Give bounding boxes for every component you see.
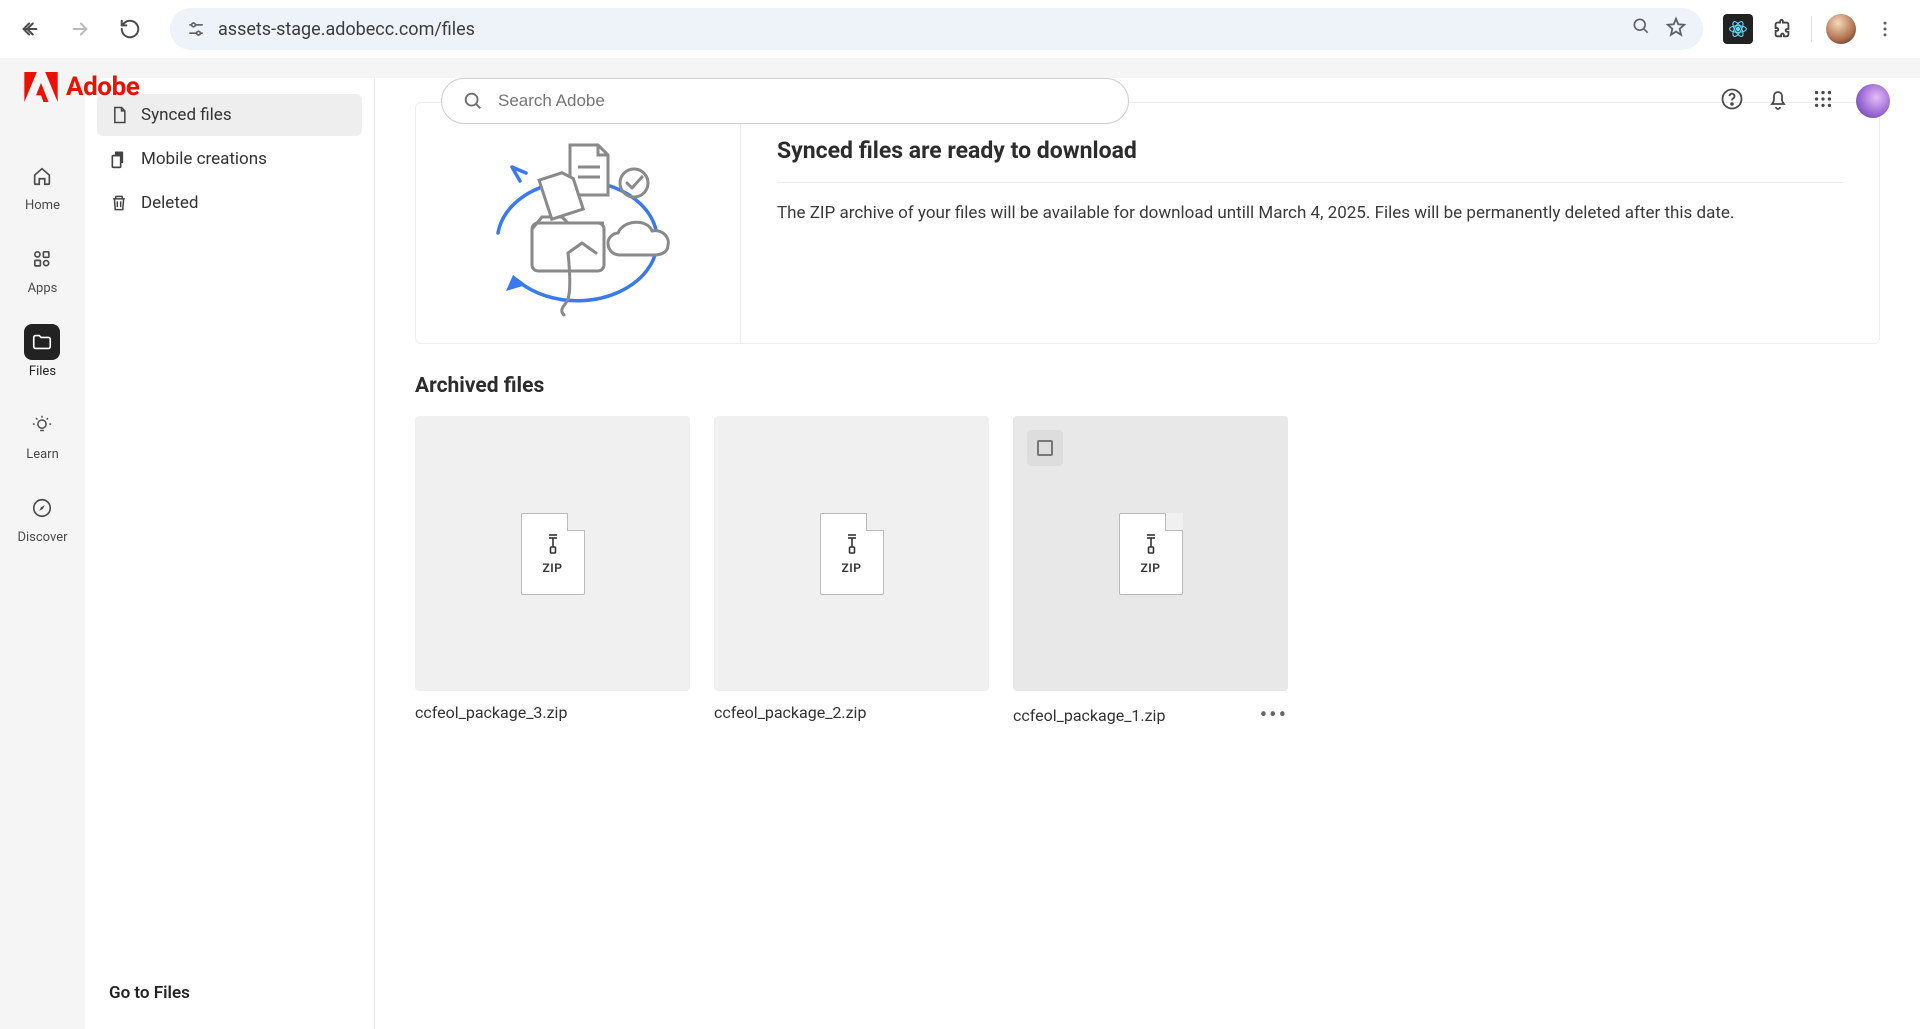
rail-item-apps[interactable]: Apps <box>24 241 60 296</box>
reload-button[interactable] <box>110 9 150 49</box>
chrome-menu-button[interactable] <box>1870 14 1900 44</box>
rail-item-home[interactable]: Home <box>24 158 60 213</box>
folder-icon <box>24 324 60 360</box>
sub-sidebar: Synced files Mobile creations Deleted Go… <box>85 78 375 1029</box>
rail-item-files[interactable]: Files <box>24 324 60 379</box>
app-switcher-grid-icon[interactable] <box>1812 88 1834 114</box>
banner-illustration <box>416 103 741 343</box>
home-icon <box>24 158 60 194</box>
search-icon <box>462 90 484 112</box>
file-card[interactable]: ZIP ccfeol_package_1.zip ••• <box>1013 416 1288 728</box>
file-thumbnail[interactable]: ZIP <box>415 416 690 691</box>
search-input[interactable] <box>498 91 1108 111</box>
zip-file-icon: ZIP <box>820 513 884 595</box>
file-thumbnail[interactable]: ZIP <box>714 416 989 691</box>
file-name: ccfeol_package_2.zip <box>714 703 866 722</box>
zoom-icon[interactable] <box>1631 16 1651 42</box>
select-checkbox[interactable] <box>1027 430 1063 466</box>
sub-item-label: Mobile creations <box>141 149 267 169</box>
adobe-wordmark: Adobe <box>66 72 139 102</box>
sub-item-mobile-creations[interactable]: Mobile creations <box>97 138 362 180</box>
user-avatar[interactable] <box>1856 84 1890 118</box>
chrome-profile-avatar[interactable] <box>1826 14 1856 44</box>
banner-body: The ZIP archive of your files will be av… <box>777 201 1843 227</box>
apps-icon <box>24 241 60 277</box>
omnibox[interactable]: assets-stage.adobecc.com/files <box>170 8 1703 50</box>
site-settings-icon[interactable] <box>186 19 206 39</box>
file-icon <box>109 105 129 125</box>
file-grid: ZIP ccfeol_package_3.zip ZIP <box>415 416 1880 728</box>
go-to-files-link[interactable]: Go to Files <box>97 973 362 1013</box>
file-thumbnail[interactable]: ZIP <box>1013 416 1288 691</box>
rail-item-learn[interactable]: Learn <box>24 407 60 462</box>
search-input-wrapper[interactable] <box>441 78 1129 124</box>
back-button[interactable] <box>10 9 50 49</box>
divider <box>1811 16 1812 42</box>
rail-label: Apps <box>28 281 58 296</box>
mobile-creations-icon <box>109 149 129 169</box>
zip-file-icon: ZIP <box>521 513 585 595</box>
section-title-archived: Archived files <box>415 374 1880 398</box>
compass-icon <box>24 490 60 526</box>
adobe-mark-icon <box>24 72 58 102</box>
bookmark-star-icon[interactable] <box>1665 16 1687 42</box>
adobe-logo[interactable]: Adobe <box>24 72 139 102</box>
main-content: Synced files are ready to download The Z… <box>375 78 1920 1029</box>
main-panel: Synced files Mobile creations Deleted Go… <box>85 78 1920 1029</box>
trash-icon <box>109 193 129 213</box>
url-text: assets-stage.adobecc.com/files <box>218 19 1619 40</box>
sub-item-label: Deleted <box>141 193 198 213</box>
file-name: ccfeol_package_1.zip <box>1013 706 1165 725</box>
more-actions-button[interactable]: ••• <box>1260 703 1288 728</box>
rail-label: Files <box>29 364 56 379</box>
react-devtools-extension-icon[interactable] <box>1723 14 1753 44</box>
sub-item-deleted[interactable]: Deleted <box>97 182 362 224</box>
rail-item-discover[interactable]: Discover <box>17 490 67 545</box>
rail-label: Learn <box>26 447 59 462</box>
notifications-bell-icon[interactable] <box>1766 87 1790 115</box>
left-nav-rail: Home Apps Files Learn <box>0 58 85 1029</box>
browser-chrome: assets-stage.adobecc.com/files <box>0 0 1920 58</box>
file-card[interactable]: ZIP ccfeol_package_2.zip <box>714 416 989 728</box>
rail-label: Home <box>25 198 60 213</box>
help-icon[interactable] <box>1720 87 1744 115</box>
forward-button[interactable] <box>60 9 100 49</box>
zip-file-icon: ZIP <box>1119 513 1183 595</box>
file-card[interactable]: ZIP ccfeol_package_3.zip <box>415 416 690 728</box>
rail-label: Discover <box>17 530 67 545</box>
divider <box>777 182 1843 183</box>
lightbulb-icon <box>24 407 60 443</box>
extension-area <box>1713 14 1910 44</box>
banner-title: Synced files are ready to download <box>777 137 1843 164</box>
extensions-puzzle-icon[interactable] <box>1767 14 1797 44</box>
info-banner: Synced files are ready to download The Z… <box>415 102 1880 344</box>
file-name: ccfeol_package_3.zip <box>415 703 567 722</box>
sub-item-label: Synced files <box>141 105 232 125</box>
